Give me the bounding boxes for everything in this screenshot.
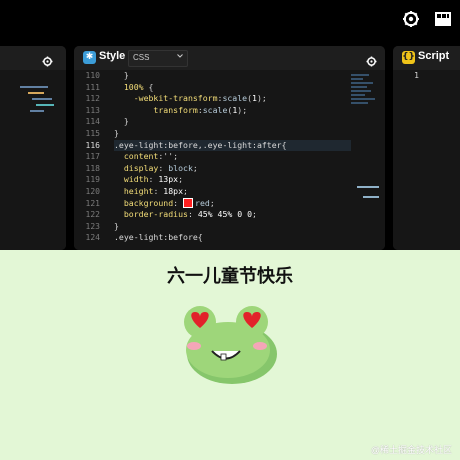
css-lang-icon: ✱ xyxy=(83,51,96,64)
html-panel xyxy=(0,46,66,250)
code-line: } xyxy=(114,116,129,127)
html-panel-header xyxy=(0,46,66,70)
gear-icon[interactable] xyxy=(402,10,420,28)
css-mode-label: CSS xyxy=(133,53,150,62)
gear-icon[interactable] xyxy=(42,52,53,67)
line-number: 124 xyxy=(85,233,100,243)
line-number: 116 xyxy=(85,140,100,150)
line-number: 118 xyxy=(85,163,100,173)
code-line: .eye-light:before,.eye-light:after{ xyxy=(114,139,351,152)
code-line: width: 13px; xyxy=(114,174,184,185)
code-line: } xyxy=(114,220,119,231)
js-lang-icon: {} xyxy=(402,51,415,64)
js-panel-header: {} Script xyxy=(393,46,460,70)
line-number: 115 xyxy=(85,128,100,138)
code-line: -webkit-transform:scale(1); xyxy=(114,93,267,104)
js-editor[interactable]: 1 xyxy=(393,70,460,250)
frog-illustration xyxy=(184,306,277,384)
code-line: transform:scale(1); xyxy=(114,104,248,115)
line-number: 123 xyxy=(85,221,100,231)
line-number: 114 xyxy=(85,117,100,127)
editor-area: ✱ Style CSS 110 111 112 113 114 115 116 … xyxy=(0,38,460,250)
code-line: background: red; xyxy=(114,197,215,209)
chevron-down-icon xyxy=(177,54,183,58)
css-editor[interactable]: 110 111 112 113 114 115 116 117 118 119 … xyxy=(74,70,385,250)
css-panel-title: Style xyxy=(99,50,126,62)
html-editor[interactable] xyxy=(0,70,66,250)
gear-icon[interactable] xyxy=(366,52,377,67)
preview-pane: 六一儿童节快乐 @稀土掘金技术社区 xyxy=(0,250,460,460)
line-number: 120 xyxy=(85,186,100,196)
app-root: ✱ Style CSS 110 111 112 113 114 115 116 … xyxy=(0,0,460,460)
code-line: height: 18px; xyxy=(114,185,188,196)
line-number: 111 xyxy=(85,82,100,92)
code-line: } xyxy=(114,70,129,80)
css-panel: ✱ Style CSS 110 111 112 113 114 115 116 … xyxy=(74,46,385,250)
js-panel: {} Script 1 xyxy=(393,46,460,250)
line-gutter: 1 xyxy=(393,70,423,250)
code-line: } xyxy=(114,127,119,138)
code-line: border-radius: 45% 45% 0 0; xyxy=(114,209,257,220)
watermark: @稀土掘金技术社区 xyxy=(370,445,452,455)
code-line: .eye-light:before{ xyxy=(114,232,203,243)
line-number: 117 xyxy=(85,152,100,162)
line-number: 119 xyxy=(85,175,100,185)
code-line: content:''; xyxy=(114,151,179,162)
code-lines: } 100% { -webkit-transform:scale(1); tra… xyxy=(114,70,351,250)
page-title: 六一儿童节快乐 xyxy=(167,266,293,287)
layout-icon[interactable] xyxy=(434,10,452,28)
line-number: 112 xyxy=(85,94,100,104)
line-number: 122 xyxy=(85,210,100,220)
js-panel-title: Script xyxy=(418,50,450,62)
line-gutter: 110 111 112 113 114 115 116 117 118 119 … xyxy=(74,70,104,250)
code-minimap[interactable] xyxy=(351,74,379,234)
css-mode-select[interactable]: CSS xyxy=(128,50,188,67)
color-swatch[interactable] xyxy=(183,198,194,209)
css-panel-header: ✱ Style CSS xyxy=(74,46,385,70)
top-toolbar xyxy=(0,0,460,38)
line-number: 113 xyxy=(85,105,100,115)
line-number: 110 xyxy=(85,71,100,80)
line-number: 121 xyxy=(85,198,100,208)
line-number: 1 xyxy=(414,71,419,80)
code-line: display: block; xyxy=(114,162,198,173)
code-line: 100% { xyxy=(114,81,154,92)
